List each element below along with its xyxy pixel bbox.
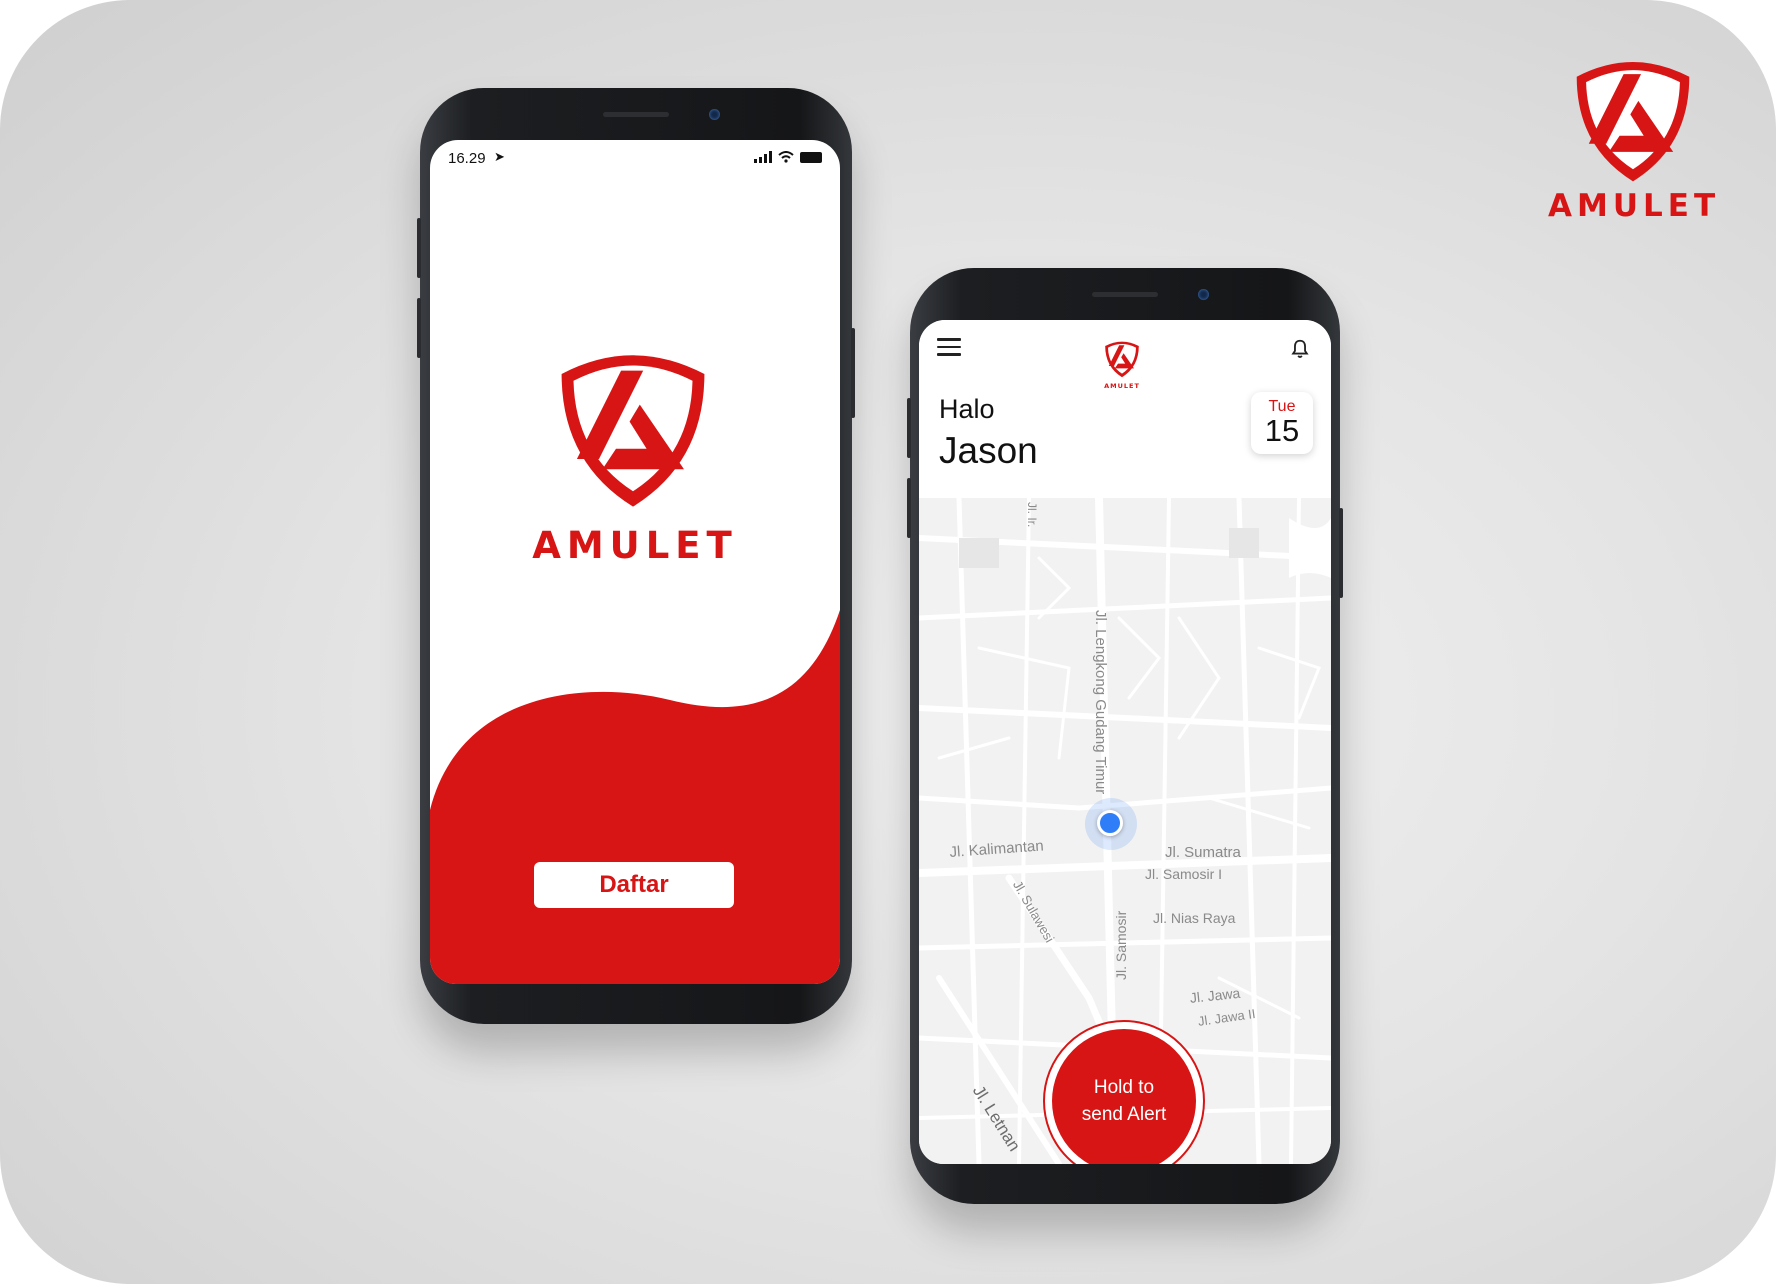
street-label: Jl. Sumatra [1165,844,1241,861]
earpiece-speaker [603,112,669,117]
date-number: 15 [1264,413,1300,448]
alert-label-line1: Hold to [1093,1077,1155,1098]
red-wave-background [430,610,840,984]
alert-label-line2: send Alert [1081,1104,1167,1125]
battery-icon [800,151,822,163]
app-header: AMULET Halo Jason Tue 15 [919,320,1331,498]
brand-name: AMULET [1548,188,1721,224]
hold-to-send-alert-button[interactable]: Hold to send Alert [1052,1029,1196,1164]
street-label: Jl. Samosir I [1145,866,1223,882]
street-label: Jl. Lengkong Gudang Timur [1092,610,1109,795]
greeting-text: Halo [939,394,995,424]
corner-brand-logo: AMULET [1548,50,1718,224]
volume-button [907,398,911,458]
current-location-marker [1097,810,1123,836]
splash-screen: 16.29 ➤ AMULET Daftar [430,140,840,984]
amulet-shield-logo [1105,341,1139,378]
signal-icon [754,151,772,163]
bell-icon[interactable] [1289,338,1311,360]
date-card: Tue 15 [1251,392,1313,454]
power-button [1339,508,1343,598]
header-brand-name: AMULET [1104,382,1140,390]
splash-logo [548,340,718,515]
earpiece-speaker [1092,292,1158,297]
home-screen: AMULET Halo Jason Tue 15 Jl. Lengkong Gu… [919,320,1331,1164]
hamburger-menu-icon[interactable] [937,338,961,356]
status-bar: 16.29 ➤ [448,146,822,172]
map-view[interactable]: Jl. Lengkong Gudang Timur Jl. Kalimantan… [919,498,1331,1164]
front-camera [1198,289,1209,300]
volume-button [907,478,911,538]
wifi-icon [778,151,794,163]
phone-splash: 16.29 ➤ AMULET Daftar [417,88,855,1024]
amulet-shield-logo [561,355,705,507]
amulet-shield-logo [1576,62,1690,182]
volume-button [417,298,421,358]
volume-button [417,218,421,278]
front-camera [709,109,720,120]
header-logo: AMULET [1100,338,1144,390]
user-name: Jason [939,430,1038,471]
location-arrow-icon: ➤ [494,149,505,164]
street-label: Jl. Ir. [1025,502,1039,528]
phone-home: AMULET Halo Jason Tue 15 Jl. Lengkong Gu… [907,268,1343,1204]
showcase-background: AMULET 16.29 ➤ AMULET Daftar AMULET Halo… [0,0,1776,1284]
splash-brand-name: AMULET [532,524,738,567]
power-button [851,328,855,418]
street-label: Jl. Samosir [1113,910,1129,980]
register-button[interactable]: Daftar [534,862,734,908]
street-label: Jl. Nias Raya [1153,910,1236,926]
status-time: 16.29 [448,150,486,167]
